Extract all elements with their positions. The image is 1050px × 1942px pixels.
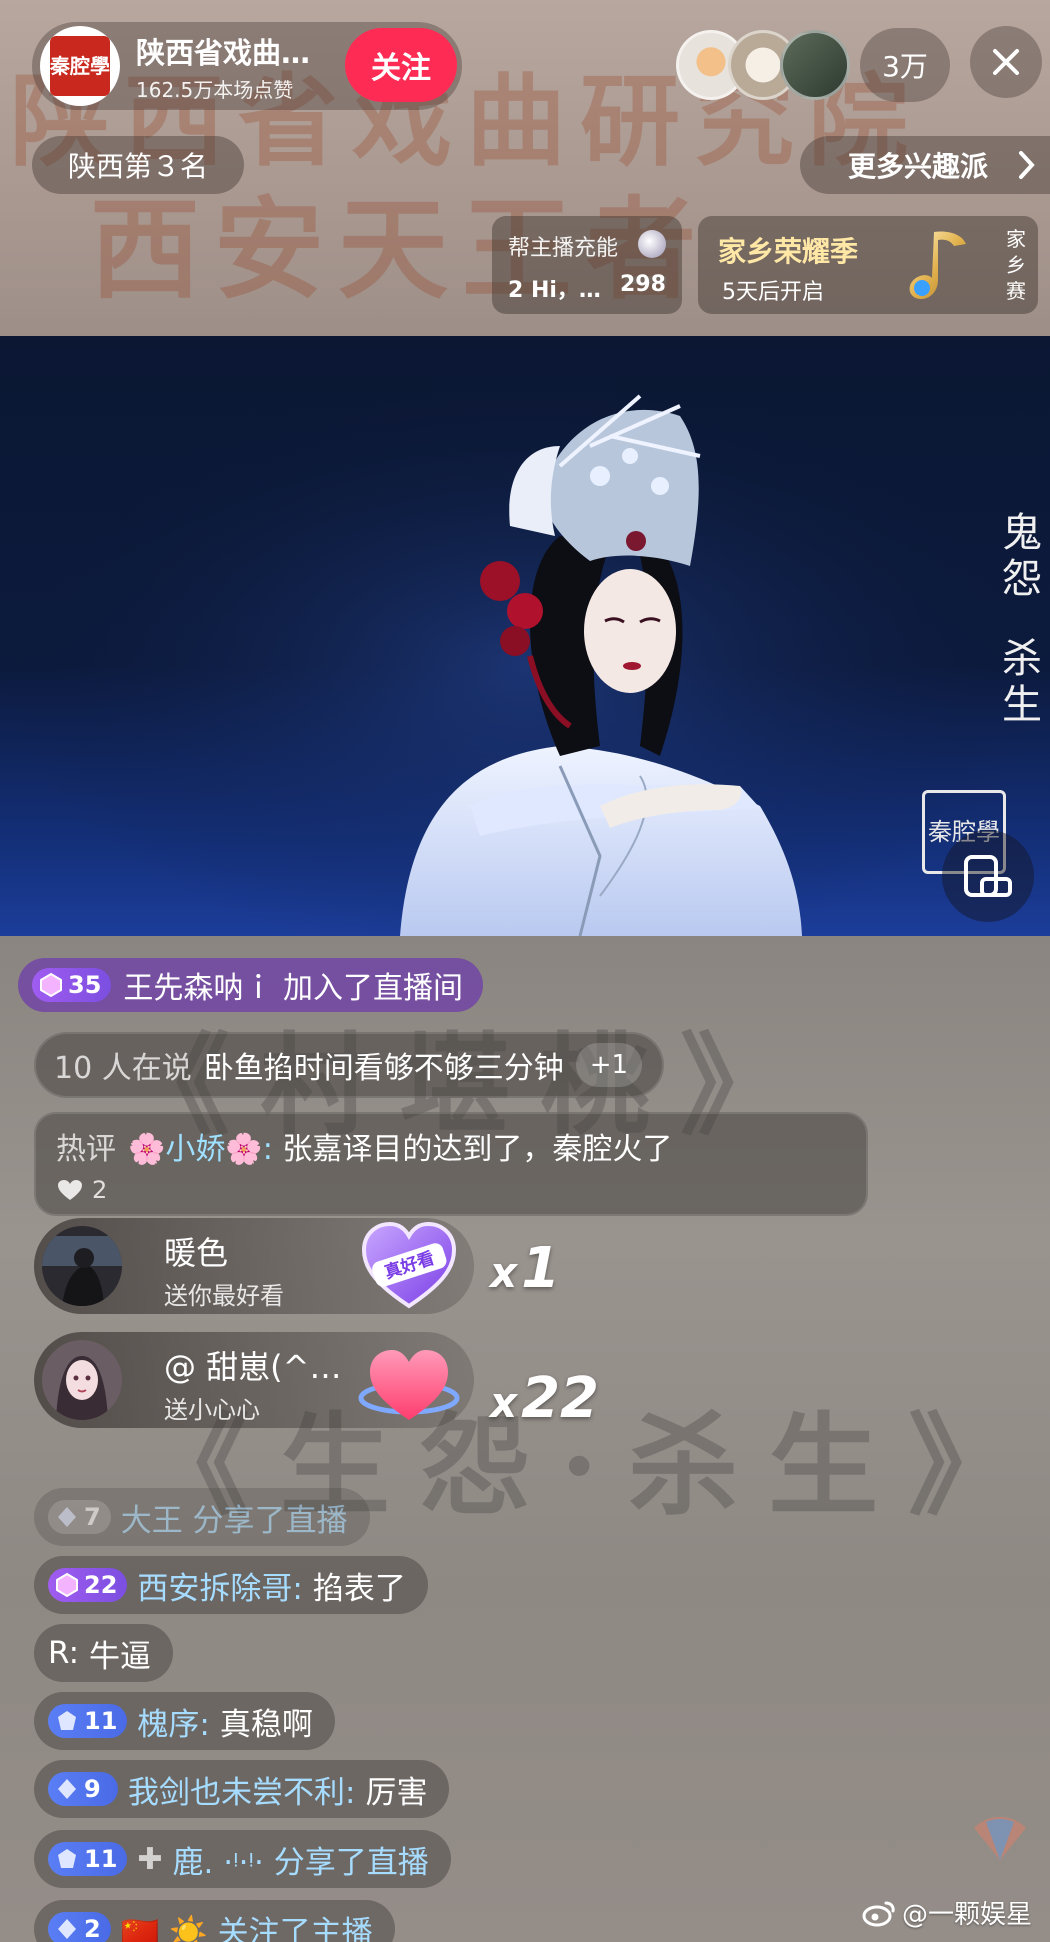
hot-comment-likes[interactable]: 2 — [56, 1176, 107, 1204]
chevron-right-icon — [1019, 151, 1035, 179]
gift-description: 送你最好看 — [164, 1282, 284, 1310]
trending-talk-pill[interactable]: 10 人在说 卧鱼掐时间看够不够三分钟 +1 — [34, 1032, 665, 1098]
avatar-photo — [42, 1226, 122, 1306]
close-icon — [993, 49, 1019, 75]
chat-message[interactable]: R: 牛逼 — [34, 1624, 174, 1682]
heart-icon — [58, 1180, 82, 1200]
chat-message[interactable]: 11 槐序: 真稳啊 — [34, 1692, 335, 1750]
season-side-label: 家乡赛 — [1006, 227, 1026, 303]
talk-text: 卧鱼掐时间看够不够三分钟 — [203, 1051, 564, 1086]
small-heart-gift-icon — [358, 1350, 460, 1420]
user-level-badge: 11 — [48, 1842, 128, 1876]
picture-in-picture-icon — [964, 855, 1012, 897]
music-note-trophy-icon — [909, 231, 966, 300]
chat-username[interactable]: 槐序: — [137, 1699, 209, 1744]
corner-decoration-icon — [974, 1816, 1026, 1860]
hot-comment-line: 热评 🌸小娇🌸: 张嘉译目的达到了，秦腔火了 — [56, 1124, 672, 1168]
avatar-photo — [42, 1340, 122, 1420]
charge-anchor-card[interactable]: 帮主播充能 2 Hi，… 298 — [492, 216, 682, 314]
hot-comment-card[interactable]: 热评 🌸小娇🌸: 张嘉译目的达到了，秦腔火了 2 — [34, 1112, 868, 1216]
video-caption-top: 鬼怨 — [1002, 510, 1042, 602]
chat-username[interactable]: 大王 分享了直播 — [121, 1495, 348, 1540]
talk-count: 10 人在说 — [54, 1051, 192, 1086]
chat-username[interactable]: R: — [48, 1635, 79, 1671]
hometown-season-card[interactable]: 家乡荣耀季 5天后开启 家乡赛 — [698, 216, 1038, 314]
chat-message[interactable]: 11 ✚ 鹿. ·ᵎ·ᵎ· 分享了直播 — [34, 1830, 451, 1888]
gift-multiplier: x1 — [490, 1236, 561, 1301]
follow-button[interactable]: 关注 — [345, 28, 457, 102]
anchor-avatar[interactable]: 秦腔學 — [40, 26, 120, 106]
level-gem-icon — [58, 1919, 76, 1939]
user-level-badge: 35 — [32, 968, 112, 1002]
level-gem-icon — [40, 972, 62, 998]
level-gem-icon — [56, 1572, 78, 1598]
chat-text: 牛逼 — [89, 1638, 152, 1675]
user-level-badge: 9 — [48, 1772, 118, 1806]
viewer-count[interactable]: 3万 — [860, 28, 950, 102]
gift-sender-name: @ 甜崽(^… — [164, 1348, 342, 1386]
join-notice: 35 王先森呐ｉ 加入了直播间 — [18, 958, 483, 1012]
gift-sender-name: 暖色 — [164, 1234, 229, 1272]
chat-username[interactable]: 我剑也未尝不利: — [128, 1767, 355, 1812]
live-video-stream[interactable] — [0, 336, 1050, 936]
top-viewer-avatar[interactable] — [780, 30, 850, 100]
level-gem-icon — [58, 1849, 76, 1868]
user-level-badge: 22 — [48, 1568, 128, 1602]
level-gem-icon — [58, 1779, 76, 1799]
hot-comment-text: 张嘉译目的达到了，秦腔火了 — [282, 1132, 673, 1167]
close-button[interactable] — [970, 26, 1042, 98]
gift-description: 送小心心 — [164, 1396, 260, 1424]
anchor-logo-seal: 秦腔學 — [50, 36, 110, 96]
plus-one-button[interactable]: +1 — [575, 1043, 643, 1087]
chat-text: 掐表了 — [312, 1570, 406, 1607]
region-rank-pill[interactable]: 陕西第３名 — [32, 136, 244, 194]
hot-comment-user: 🌸小娇🌸: — [128, 1132, 273, 1167]
chat-message[interactable]: 9 我剑也未尝不利: 厉害 — [34, 1760, 450, 1818]
anchor-likes: 162.5万本场点赞 — [136, 78, 294, 102]
hot-comment-tag: 热评 — [56, 1132, 116, 1167]
chat-username[interactable]: 西安拆除哥: — [137, 1563, 302, 1608]
weibo-logo-icon — [862, 1901, 895, 1926]
share-cross-icon: ✚ — [137, 1841, 163, 1877]
charge-gem-icon — [638, 230, 666, 258]
join-text: 王先森呐ｉ 加入了直播间 — [123, 971, 463, 1006]
season-subtitle: 5天后开启 — [722, 280, 824, 305]
more-interest-label: 更多兴趣派 — [848, 150, 989, 183]
user-level-badge: 2 — [48, 1912, 111, 1942]
picture-in-picture-button[interactable] — [942, 830, 1034, 922]
gift-notice[interactable]: 暖色 送你最好看 真好看 — [34, 1218, 474, 1314]
gift-multiplier: x22 — [490, 1366, 600, 1431]
gift-sender-avatar[interactable] — [42, 1340, 122, 1420]
anchor-name[interactable]: 陕西省戏曲… — [136, 30, 310, 72]
chat-text: 真稳啊 — [219, 1706, 313, 1743]
chat-message[interactable]: 22 西安拆除哥: 掐表了 — [34, 1556, 428, 1614]
video-caption-bottom: 杀生 — [1002, 636, 1042, 728]
user-level-badge: 11 — [48, 1704, 128, 1738]
more-interest-pill[interactable]: 更多兴趣派 — [800, 136, 1050, 194]
charge-subtitle: 2 Hi，… — [508, 278, 601, 303]
chat-text: 厉害 — [365, 1774, 428, 1811]
gift-notice[interactable]: @ 甜崽(^… 送小心心 — [34, 1332, 474, 1428]
level-gem-icon — [58, 1507, 76, 1527]
chat-username[interactable]: 鹿. ·ᵎ·ᵎ· 分享了直播 — [173, 1837, 429, 1882]
chat-username[interactable]: 🇨🇳 ☀️ 关注了主播 — [121, 1907, 373, 1942]
chat-message[interactable]: 2 🇨🇳 ☀️ 关注了主播 — [34, 1900, 395, 1942]
charge-title: 帮主播充能 — [508, 236, 619, 261]
beautiful-heart-gift-icon: 真好看 — [361, 1221, 457, 1309]
user-level-badge: 7 — [48, 1500, 111, 1534]
charge-count: 298 — [620, 272, 666, 297]
level-gem-icon — [58, 1711, 76, 1730]
season-title: 家乡荣耀季 — [718, 235, 859, 268]
performer-illustration — [0, 336, 1050, 936]
chat-message[interactable]: 7 大王 分享了直播 — [34, 1488, 370, 1546]
gift-sender-avatar[interactable] — [42, 1226, 122, 1306]
weibo-watermark: @一颗娱星 — [862, 1894, 1032, 1931]
